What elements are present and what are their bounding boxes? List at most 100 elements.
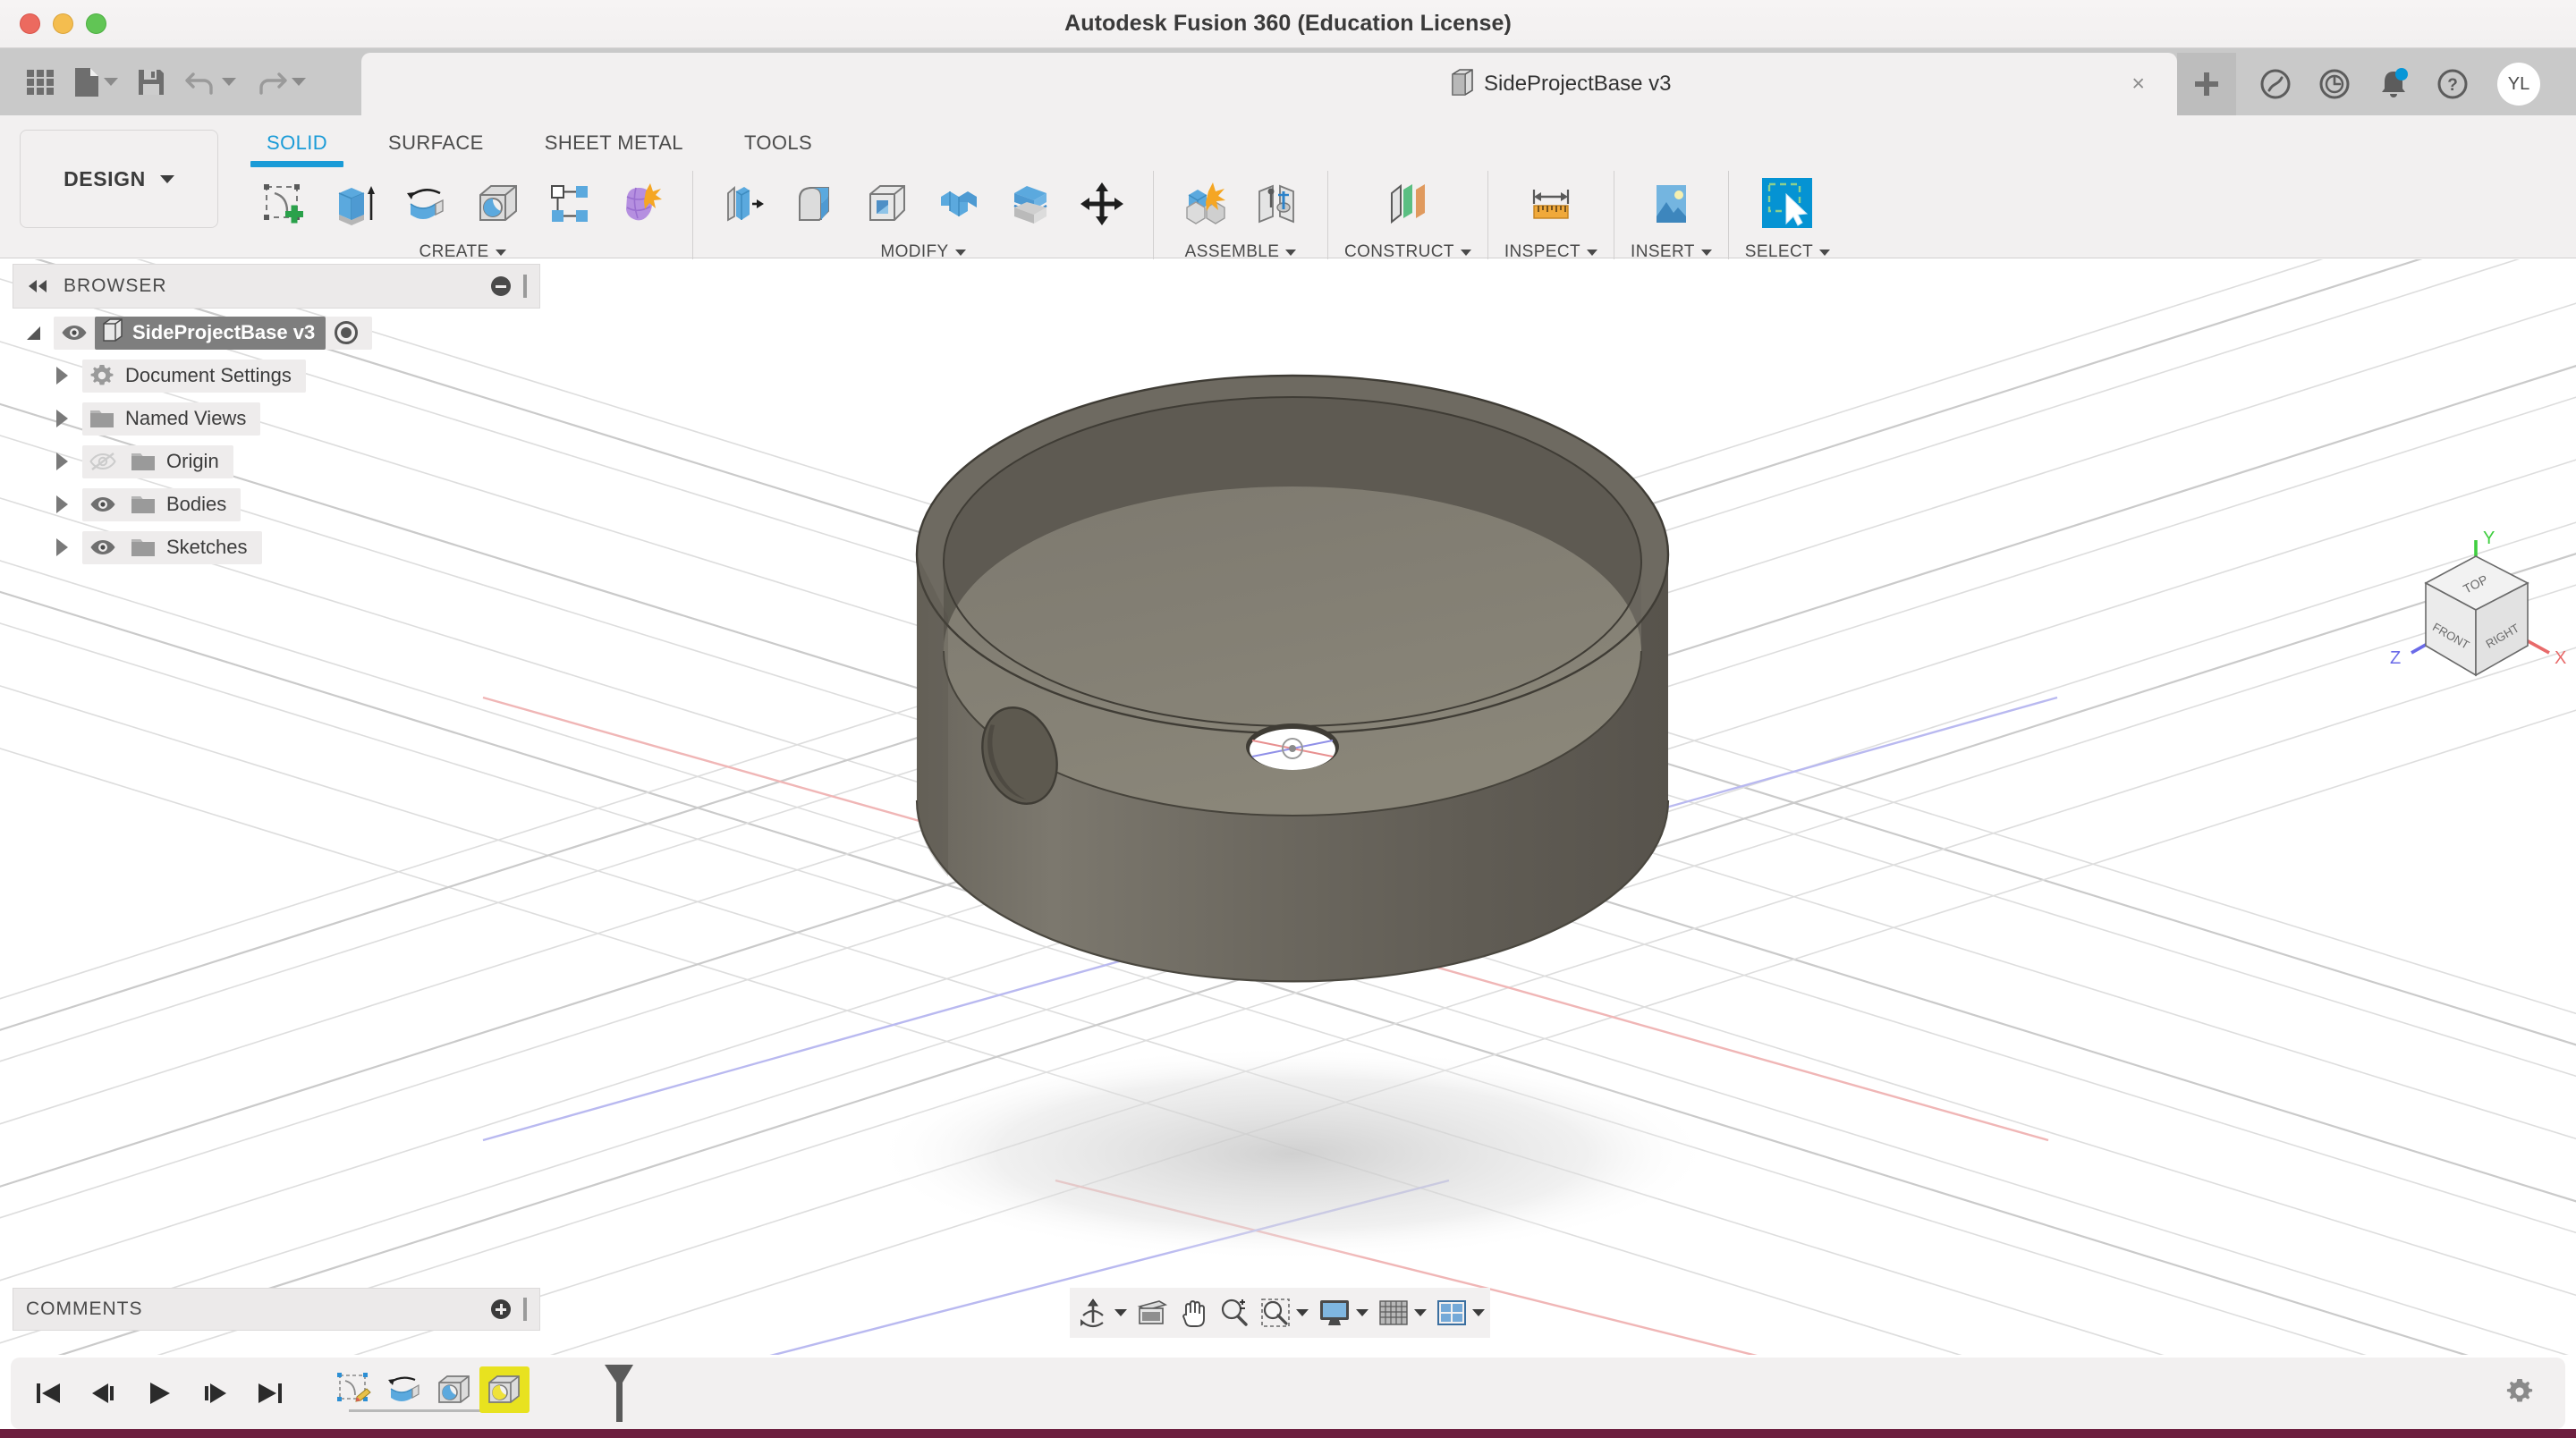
add-comment-icon[interactable] [491,1299,511,1319]
panel-construct: CONSTRUCT [1335,171,1480,262]
chevron-down-icon[interactable] [1472,1309,1485,1316]
timeline-settings-gear-icon[interactable] [2504,1376,2535,1411]
tree-item-root[interactable]: SideProjectBase v3 [13,311,540,354]
measure-icon[interactable] [1513,171,1589,237]
combine-icon[interactable] [924,171,994,237]
grid-snaps-icon[interactable] [1374,1288,1430,1338]
offset-face-icon[interactable] [996,171,1065,237]
avatar[interactable]: YL [2497,63,2540,106]
browser-header: BROWSER [13,264,540,309]
timeline-feature-revolve[interactable] [379,1366,429,1413]
tree-item-named-views[interactable]: Named Views [13,397,540,440]
insert-image-icon[interactable] [1633,171,1708,237]
panel-assemble: ASSEMBLE [1161,171,1320,262]
fillet-icon[interactable] [781,171,851,237]
zoom-icon[interactable] [1215,1288,1254,1338]
visibility-toggle-icon[interactable] [82,495,123,513]
chevron-down-icon[interactable] [1296,1309,1309,1316]
chevron-down-icon[interactable] [1356,1309,1368,1316]
folder-icon [123,493,163,516]
chevron-down-icon [496,250,506,256]
visibility-toggle-hidden-icon[interactable] [82,452,123,471]
create-form-icon[interactable] [606,171,676,237]
tree-item-sketches[interactable]: Sketches [13,526,540,569]
tab-sheet-metal[interactable]: SHEET METAL [514,124,714,162]
pan-icon[interactable] [1174,1288,1213,1338]
new-component-icon[interactable] [1170,171,1240,237]
extensions-icon[interactable] [2256,64,2295,104]
expand-arrow-icon[interactable] [41,453,82,470]
chevron-down-icon [1819,250,1830,256]
view-cube[interactable]: Y Z X TOP FRONT RIGHT [2370,528,2576,706]
tree-item-bodies[interactable]: Bodies [13,483,540,526]
panel-divider [1487,171,1488,264]
new-tab-button[interactable] [2177,53,2236,115]
play-icon[interactable] [141,1375,177,1411]
expand-arrow-icon[interactable] [13,326,54,340]
press-pull-icon[interactable] [709,171,779,237]
timeline-feature-hole-1[interactable] [429,1366,479,1413]
expand-arrow-icon[interactable] [41,495,82,513]
document-tab[interactable]: SideProjectBase v3 × [361,53,2177,115]
go-to-end-icon[interactable] [252,1375,288,1411]
revolve-icon[interactable] [392,171,462,237]
tree-item-label: SideProjectBase v3 [132,321,315,344]
move-copy-icon[interactable] [1067,171,1137,237]
select-icon[interactable] [1750,171,1825,237]
hole-icon[interactable] [463,171,533,237]
timeline-feature-sketch[interactable] [329,1366,379,1413]
tab-tools[interactable]: TOOLS [714,124,843,162]
notifications-icon[interactable] [2374,64,2413,104]
help-icon[interactable]: ? [2433,64,2472,104]
go-to-beginning-icon[interactable] [30,1375,66,1411]
panel-divider [692,171,693,264]
minimize-panel-icon[interactable] [491,276,511,296]
extrude-icon[interactable] [320,171,390,237]
chevron-down-icon[interactable] [1414,1309,1427,1316]
gear-icon [82,362,122,389]
new-file-icon[interactable] [66,57,125,107]
panel-resize-handle[interactable] [523,275,527,298]
close-icon[interactable]: × [2131,73,2145,96]
expand-arrow-icon[interactable] [41,367,82,385]
timeline-feature-hole-2[interactable] [479,1366,530,1413]
chevron-down-icon[interactable] [1114,1309,1127,1316]
rectangular-pattern-icon[interactable] [535,171,605,237]
workspace-switcher-button[interactable]: DESIGN [20,130,218,228]
offset-plane-icon[interactable] [1370,171,1445,237]
undo-dropdown-caret[interactable] [222,78,236,86]
undo-icon[interactable] [177,57,243,107]
expand-arrow-icon[interactable] [41,538,82,556]
chevron-down-icon [955,250,966,256]
save-icon[interactable] [129,57,174,107]
ribbon-tab-list: SOLID SURFACE SHEET METAL TOOLS [236,124,843,162]
tab-solid[interactable]: SOLID [236,124,358,162]
expand-arrow-icon[interactable] [41,410,82,427]
tab-surface[interactable]: SURFACE [358,124,514,162]
shell-icon[interactable] [852,171,922,237]
step-back-icon[interactable] [86,1375,122,1411]
visibility-toggle-icon[interactable] [82,538,123,556]
step-forward-icon[interactable] [197,1375,233,1411]
redo-icon[interactable] [247,57,313,107]
activate-component-radio[interactable] [335,321,358,344]
display-settings-icon[interactable] [1314,1288,1372,1338]
look-at-icon[interactable] [1132,1288,1172,1338]
zoom-window-icon[interactable] [1256,1288,1312,1338]
create-sketch-icon[interactable] [249,171,318,237]
panel-resize-handle[interactable] [523,1298,527,1321]
redo-dropdown-caret[interactable] [292,78,306,86]
window-title-bar: Autodesk Fusion 360 (Education License) [0,0,2576,48]
viewports-icon[interactable] [1432,1288,1488,1338]
joint-icon[interactable] [1241,171,1311,237]
axis-y-label: Y [2483,529,2495,548]
tree-item-document-settings[interactable]: Document Settings [13,354,540,397]
new-file-dropdown-caret[interactable] [104,78,118,86]
job-status-icon[interactable] [2315,64,2354,104]
data-panel-icon[interactable] [18,57,63,107]
timeline-marker[interactable] [601,1363,637,1430]
tree-item-origin[interactable]: Origin [13,440,540,483]
collapse-panel-icon[interactable] [26,278,49,294]
visibility-toggle-icon[interactable] [54,324,95,342]
orbit-icon[interactable] [1072,1288,1131,1338]
